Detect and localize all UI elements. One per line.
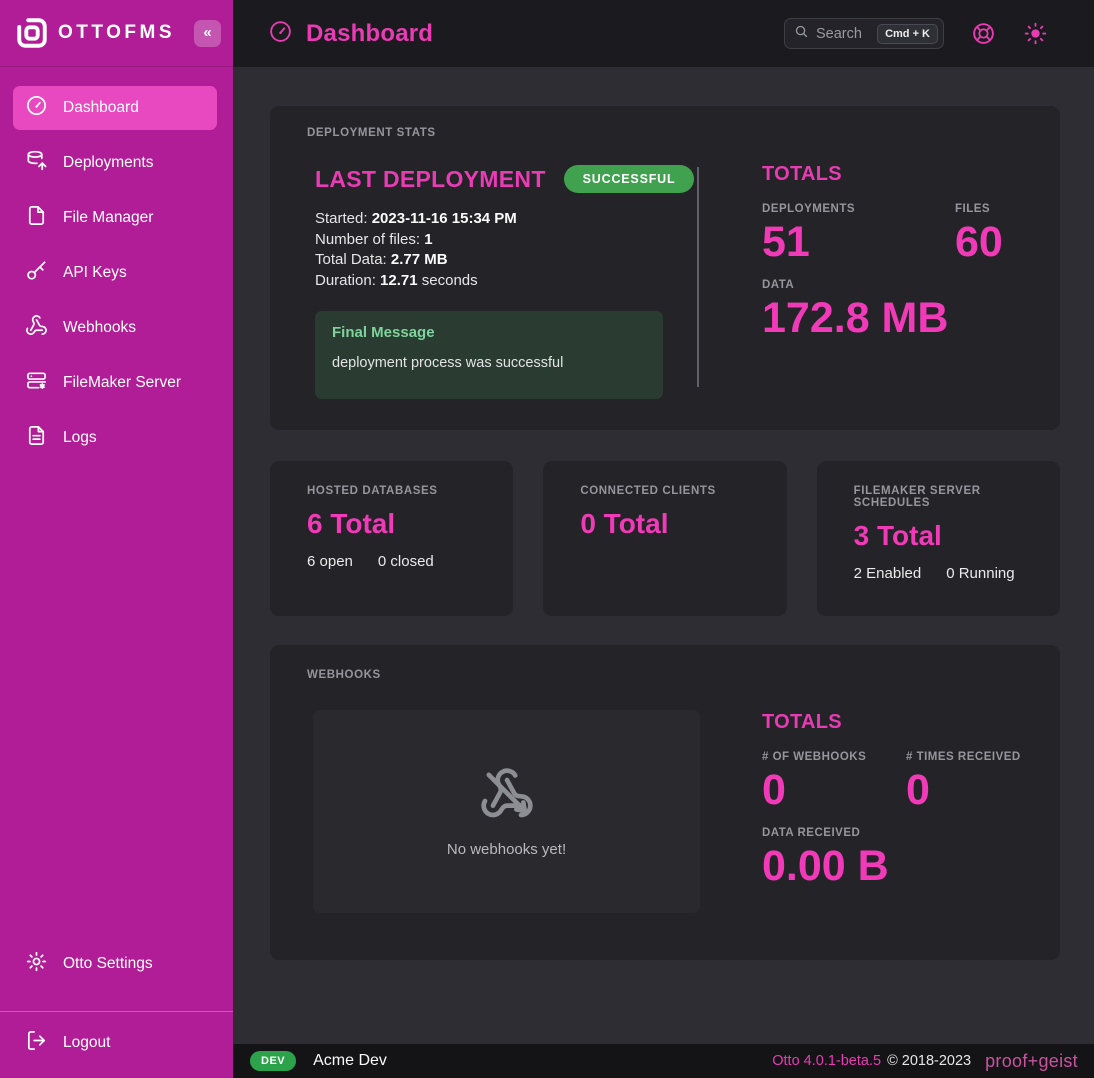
card-details: 2 Enabled0 Running [854,565,1032,582]
topbar: Dashboard Cmd + K [233,0,1094,67]
stat-data: DATA 172.8 MB [762,279,1003,342]
deployment-details: Started: 2023-11-16 15:34 PM Number of f… [315,209,697,291]
otto-logo-icon [14,15,50,51]
final-message-text: deployment process was successful [332,355,646,371]
footer-bar: DEV Acme Dev Otto 4.0.1-beta.5 © 2018-20… [233,1044,1094,1078]
page-title: Dashboard [306,20,433,48]
dashboard-content: DEPLOYMENT STATS LAST DEPLOYMENT SUCCESS… [233,67,1094,1044]
theme-toggle-sun-button[interactable] [1023,21,1048,46]
sidebar-collapse-button[interactable]: « [194,20,221,47]
deployment-detail-row: Number of files: 1 [315,230,697,251]
sidebar-item-deployments[interactable]: Deployments [13,141,217,185]
stat-times-received: # TIMES RECEIVED 0 [906,751,1021,814]
topbar-actions: Cmd + K [784,18,1048,49]
document-lines-icon [25,424,48,452]
stat-data-received: DATA RECEIVED 0.00 B [762,827,1021,890]
footer-right: Otto 4.0.1-beta.5 © 2018-2023 proof+geis… [772,1051,1078,1072]
card-value: 3 Total [854,520,1032,552]
connected-clients-card: CONNECTED CLIENTS 0 Total [543,461,786,616]
sidebar-item-file-manager[interactable]: File Manager [13,196,217,240]
search-icon [794,24,809,44]
webhooks-label: WEBHOOKS [307,669,1060,681]
sidebar-item-label: Logs [63,429,97,447]
sidebar-item-label: Logout [63,1034,110,1052]
sidebar-bottom: Otto Settings Logout [0,942,233,1078]
sidebar-divider [0,1011,233,1012]
search-shortcut-badge: Cmd + K [877,24,938,44]
sidebar-item-webhooks[interactable]: Webhooks [13,306,217,350]
gauge-icon [25,94,48,122]
webhooks-body: No webhooks yet! TOTALS # OF WEBHOOKS 0 … [307,710,1060,913]
stat-deployments: DEPLOYMENTS 51 [762,203,955,266]
file-icon [25,204,48,232]
app-logo-text: OTTOFMS [58,22,175,44]
webhooks-empty-message: No webhooks yet! [447,841,566,858]
last-deployment-panel: LAST DEPLOYMENT SUCCESSFUL Started: 2023… [307,161,697,399]
deployment-stats-label: DEPLOYMENT STATS [307,127,1060,139]
copyright: © 2018-2023 [887,1053,971,1069]
sidebar-item-logout[interactable]: Logout [13,1021,217,1065]
sidebar-item-label: File Manager [63,209,153,227]
card-label: FILEMAKER SERVER SCHEDULES [854,485,1032,509]
totals-title: TOTALS [762,711,1021,734]
key-icon [25,259,48,287]
gauge-icon [268,19,293,49]
stat-webhook-count: # OF WEBHOOKS 0 [762,751,906,814]
sidebar-item-label: API Keys [63,264,127,282]
sidebar-item-dashboard[interactable]: Dashboard [13,86,217,130]
search-input[interactable] [816,26,870,42]
webhooks-empty-panel: No webhooks yet! [313,710,700,913]
stat-cards-row: HOSTED DATABASES 6 Total 6 open0 closed … [270,461,1060,616]
sidebar-item-filemaker-server[interactable]: FileMaker Server [13,361,217,405]
deployment-detail-row: Started: 2023-11-16 15:34 PM [315,209,697,230]
webhook-off-icon [479,766,535,827]
deployment-stats-body: LAST DEPLOYMENT SUCCESSFUL Started: 2023… [307,161,1060,399]
proof-geist-logo: proof+geist [985,1051,1078,1072]
sidebar-nav: Dashboard Deployments [0,67,233,460]
sidebar-item-otto-settings[interactable]: Otto Settings [13,942,217,986]
sidebar-item-logs[interactable]: Logs [13,416,217,460]
card-details: 6 open0 closed [307,553,485,570]
env-badge: DEV [250,1051,296,1071]
app-version: Otto 4.0.1-beta.5 [772,1053,881,1069]
deployment-detail-row: Total Data: 2.77 MB [315,250,697,271]
fms-schedules-card: FILEMAKER SERVER SCHEDULES 3 Total 2 Ena… [817,461,1060,616]
sidebar-item-label: Deployments [63,154,153,172]
deployment-detail-row: Duration: 12.71 seconds [315,271,697,292]
webhooks-totals-panel: TOTALS # OF WEBHOOKS 0 # TIMES RECEIVED … [700,710,1021,913]
deployment-totals-panel: TOTALS DEPLOYMENTS 51 FILES 60 [699,161,1003,399]
deployment-stats-card: DEPLOYMENT STATS LAST DEPLOYMENT SUCCESS… [270,106,1060,430]
page-title-wrap: Dashboard [268,19,433,49]
card-label: CONNECTED CLIENTS [580,485,758,497]
card-value: 6 Total [307,508,485,540]
app-window: OTTOFMS « Dashboard [0,0,1094,1078]
final-message-box: Final Message deployment process was suc… [315,311,663,399]
server-gear-icon [25,369,48,397]
database-upload-icon [25,149,48,177]
card-label: HOSTED DATABASES [307,485,485,497]
last-deployment-title: LAST DEPLOYMENT [315,166,546,193]
sidebar-item-label: Otto Settings [63,955,153,973]
final-message-title: Final Message [332,324,646,341]
hosted-databases-card: HOSTED DATABASES 6 Total 6 open0 closed [270,461,513,616]
sidebar-item-api-keys[interactable]: API Keys [13,251,217,295]
card-value: 0 Total [580,508,758,540]
stat-files: FILES 60 [955,203,1003,266]
sidebar: OTTOFMS « Dashboard [0,0,233,1078]
sidebar-item-label: FileMaker Server [63,374,181,392]
sidebar-header: OTTOFMS « [0,0,233,67]
sidebar-item-label: Webhooks [63,319,136,337]
webhooks-card: WEBHOOKS No webhooks yet! [270,645,1060,960]
main-area: Dashboard Cmd + K [233,0,1094,1078]
help-lifebuoy-button[interactable] [971,21,996,46]
server-name: Acme Dev [313,1052,387,1070]
webhook-icon [25,314,48,342]
sidebar-item-label: Dashboard [63,99,139,117]
search-box[interactable]: Cmd + K [784,18,944,49]
deployment-status-badge: SUCCESSFUL [564,165,695,193]
gear-icon [25,950,48,978]
totals-title: TOTALS [762,163,1003,186]
logout-icon [25,1029,48,1057]
